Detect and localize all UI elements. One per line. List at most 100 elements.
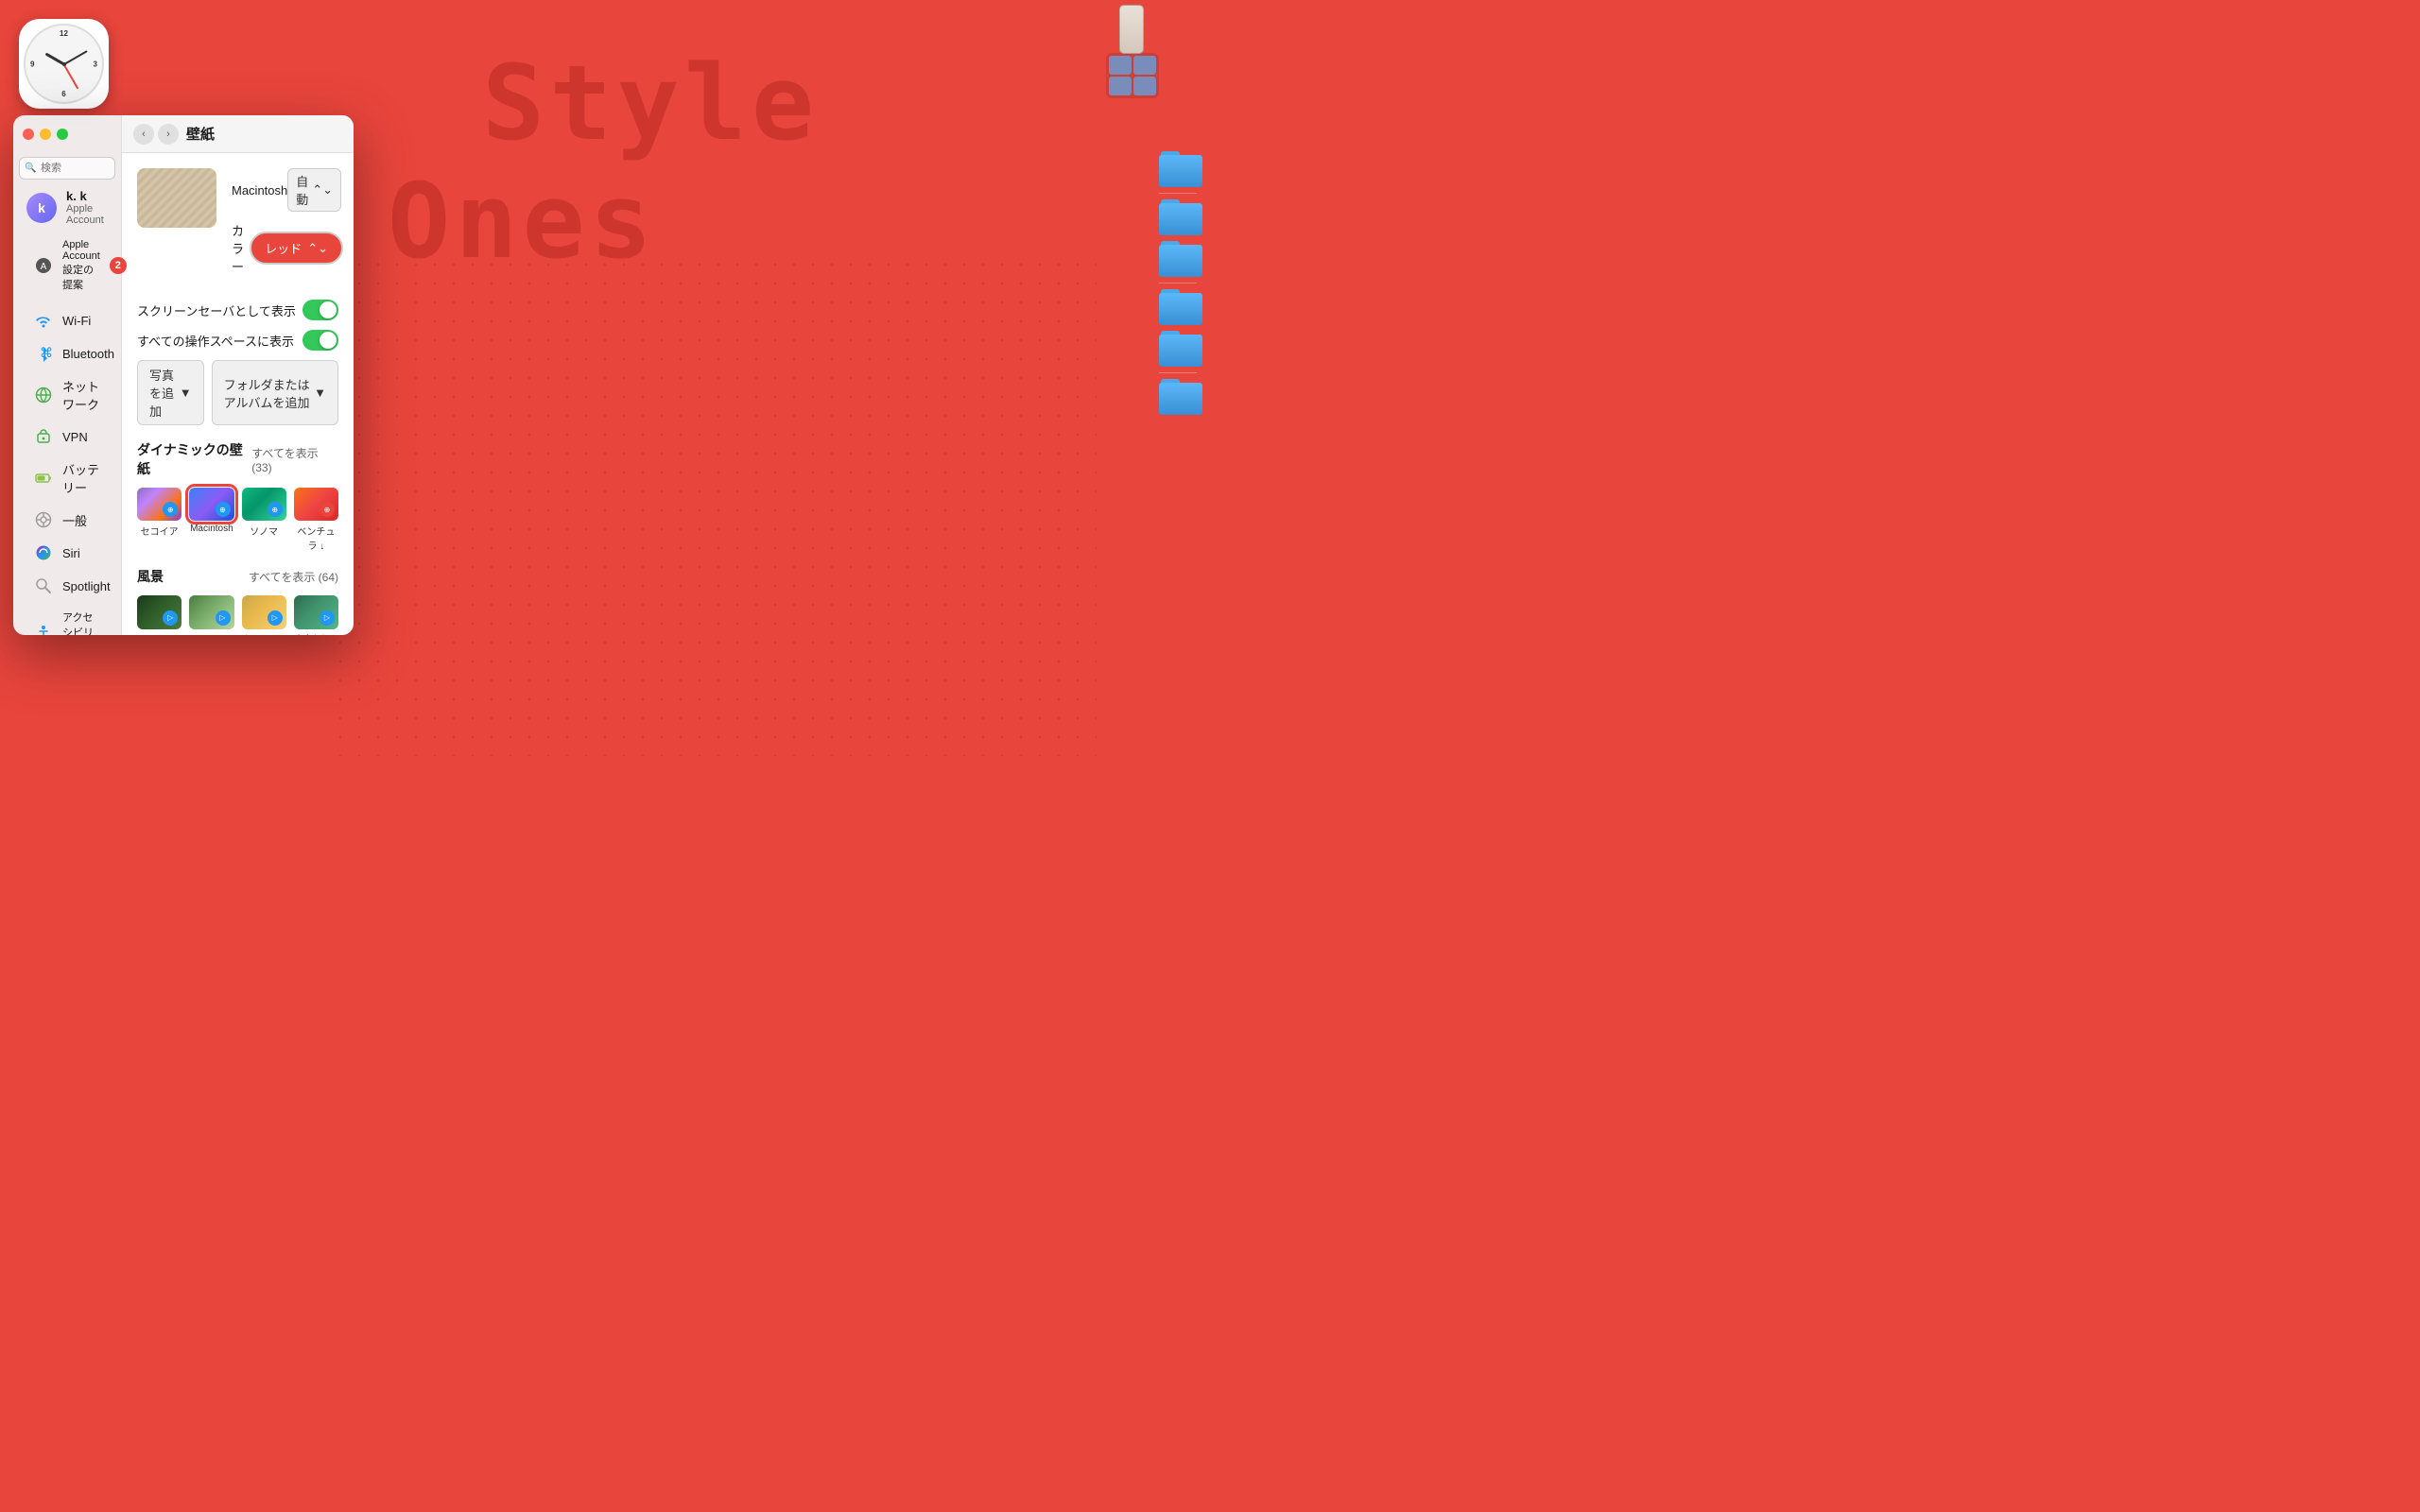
wallpaper-thumb-macintosh[interactable]: ⊕ (189, 488, 233, 521)
add-photo-chevron: ▼ (180, 386, 192, 400)
color-value: レッド (265, 239, 302, 257)
desktop: Style Ones 12 3 6 9 (0, 0, 1210, 756)
color-picker[interactable]: レッド ⌃⌄ (251, 233, 341, 263)
multitasking-widget (1106, 53, 1159, 98)
sidebar-label-general: 一般 (62, 511, 87, 529)
second-hand (63, 63, 78, 89)
traffic-light-green[interactable] (57, 129, 68, 140)
folder-1[interactable] (1159, 151, 1202, 187)
dock-separator-3 (1159, 372, 1197, 373)
landscape-show-all[interactable]: すべてを表示 (64) (249, 569, 338, 585)
avatar: k (26, 193, 57, 223)
mv-thumb-1 (1109, 56, 1132, 75)
network-icon (34, 386, 53, 404)
thumb-label-aerial: 上空からのセコイアスギ グ (294, 632, 338, 635)
spaces-label: すべての操作スペースに表示 (137, 332, 302, 350)
spaces-toggle[interactable] (302, 330, 338, 351)
sidebar-item-apple-account[interactable]: A Apple Account設定の提案 2 (21, 232, 113, 299)
user-info: k. k Apple Account (66, 189, 108, 226)
sidebar-item-wifi[interactable]: Wi-Fi (21, 304, 113, 336)
sidebar-item-network[interactable]: ネットワーク (21, 370, 113, 420)
sidebar-label-vpn: VPN (62, 430, 88, 444)
sidebar-label-wifi: Wi-Fi (62, 314, 91, 328)
sidebar-item-accessibility[interactable]: アクセシビリティ (21, 603, 113, 635)
wallpaper-thumb-hills[interactable]: ▷ (189, 595, 233, 628)
auto-dropdown[interactable]: 自動 ⌃⌄ (287, 168, 341, 212)
folder-5[interactable] (1159, 331, 1202, 367)
thumb-label-forest: セコイアの日の出 (137, 632, 182, 635)
sidebar-item-general[interactable]: 一般 (21, 504, 113, 536)
clock-num-9: 9 (30, 60, 34, 68)
iphone-widget (1119, 5, 1144, 54)
back-button[interactable]: ‹ (133, 124, 154, 145)
sidebar-titlebar (13, 115, 121, 153)
folder-2[interactable] (1159, 199, 1202, 235)
wallpaper-name-row: Macintosh 自動 ⌃⌄ (232, 168, 341, 212)
thumb-label-macintosh: Macintosh (189, 524, 233, 534)
siri-icon (34, 543, 53, 562)
vpn-icon (34, 427, 53, 446)
sidebar-item-battery[interactable]: バッテリー (21, 454, 113, 503)
main-content: Macintosh 自動 ⌃⌄ カラー レッド ⌃⌄ (122, 153, 354, 635)
clock-num-12: 12 (60, 29, 68, 38)
california-badge: ▷ (268, 610, 283, 626)
dock-separator (1159, 193, 1197, 194)
sidebar-item-siri[interactable]: Siri (21, 537, 113, 569)
user-name: k. k (66, 189, 108, 203)
folder-6[interactable] (1159, 379, 1202, 415)
apple-account-icon: A (34, 256, 53, 275)
screensaver-toggle[interactable] (302, 300, 338, 320)
wallpaper-thumb-ventura[interactable]: ⊕ (294, 488, 338, 521)
auto-label: 自動 (296, 172, 308, 208)
search-container: 🔍 (19, 157, 115, 180)
traffic-light-red[interactable] (23, 129, 34, 140)
thumb-item: ⊕ ベンチュラ ↓ (294, 488, 338, 552)
user-section[interactable]: k k. k Apple Account (13, 183, 121, 232)
sidebar-item-bluetooth[interactable]: ⌘ Bluetooth (21, 337, 113, 369)
landscape-wallpaper-grid: ▷ セコイアの日の出 ▷ ソノマの地平線 ▷ カリフォ (137, 595, 338, 635)
thumb-item: ▷ カリフォルニアのテンプラー山脈 (242, 595, 286, 635)
page-title: 壁紙 (186, 124, 215, 144)
bluetooth-icon: ⌘ (34, 344, 53, 363)
wallpaper-thumb-california[interactable]: ▷ (242, 595, 286, 628)
mv-thumb-2 (1133, 56, 1156, 75)
sidebar-item-spotlight[interactable]: Spotlight (21, 570, 113, 602)
thumb-label-sequoia: セコイア (137, 524, 182, 538)
wallpaper-name-label: Macintosh (232, 183, 287, 198)
sidebar-item-vpn[interactable]: VPN (21, 421, 113, 453)
dynamic-section-title: ダイナミックの壁紙 (137, 440, 251, 478)
forest-badge: ▷ (163, 610, 178, 626)
add-photo-button[interactable]: 写真を追加 ▼ (137, 360, 204, 425)
nav-arrows: ‹ › (133, 124, 179, 145)
folder-3[interactable] (1159, 241, 1202, 277)
folder-4[interactable] (1159, 289, 1202, 325)
dynamic-show-all[interactable]: すべてを表示 (33) (251, 445, 338, 474)
thumb-item: ⊕ Macintosh (189, 488, 233, 552)
user-subtitle: Apple Account (66, 203, 108, 226)
wallpaper-thumb-aerial[interactable]: ▷ (294, 595, 338, 628)
accessibility-icon (34, 623, 53, 635)
add-folder-button[interactable]: フォルダまたはアルバムを追加 ▼ (212, 360, 338, 425)
spotlight-icon (34, 576, 53, 595)
color-label: カラー (232, 221, 251, 275)
mv-thumb-3 (1109, 77, 1132, 95)
aerial-badge: ▷ (320, 610, 335, 626)
wallpaper-preview-image (137, 168, 216, 228)
pixel-text-style: Style (482, 43, 819, 163)
sidebar-label-spotlight: Spotlight (62, 579, 111, 593)
sidebar-label-siri: Siri (62, 546, 80, 560)
thumb-label-sonoma: ソノマ (242, 524, 286, 538)
clock-app-icon[interactable]: 12 3 6 9 (19, 19, 109, 109)
traffic-light-yellow[interactable] (40, 129, 51, 140)
wallpaper-thumb-forest[interactable]: ▷ (137, 595, 182, 628)
wallpaper-thumb-sonoma[interactable]: ⊕ (242, 488, 286, 521)
dot-pattern (331, 255, 1097, 756)
wallpaper-thumb-sequoia[interactable]: ⊕ (137, 488, 182, 521)
dynamic-section-header: ダイナミックの壁紙 すべてを表示 (33) (137, 440, 338, 478)
thumb-label-hills: ソノマの地平線 (189, 632, 233, 635)
svg-text:⌘: ⌘ (40, 345, 52, 360)
color-row: カラー レッド ⌃⌄ (232, 221, 341, 275)
sidebar-label-bluetooth: Bluetooth (62, 347, 114, 361)
screensaver-label: スクリーンセーバとして表示 (137, 301, 302, 319)
forward-button[interactable]: › (158, 124, 179, 145)
